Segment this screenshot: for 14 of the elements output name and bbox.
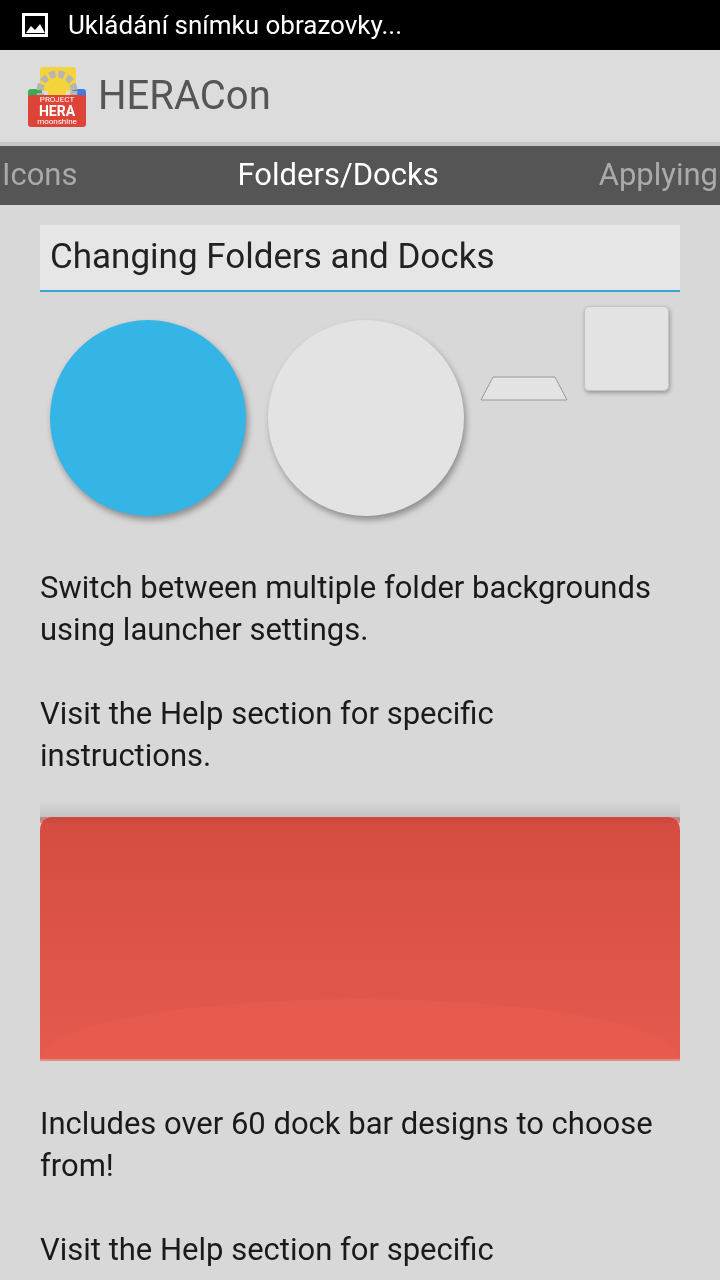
paragraph: Includes over 60 dock bar designs to choose from! (40, 1104, 654, 1186)
heading-field: Changing Folders and Docks (40, 225, 680, 292)
tab[interactable]: Icons (2, 152, 78, 199)
paragraph: Switch between multiple folder backgrounds using launcher settings. (40, 568, 652, 650)
app-title: HERACon (98, 71, 271, 121)
paragraph: Visit the Help section for specific instructions. (40, 694, 495, 776)
paragraph: Visit the Help section for specific (40, 1230, 495, 1270)
tab[interactable]: Applying (598, 152, 718, 199)
logo-text: PROJECT (39, 96, 75, 104)
tab[interactable]: Folders/Docks (237, 152, 439, 199)
notification-text: Ukládání snímku obrazovky... (68, 8, 402, 42)
logo-text: HERA (38, 104, 76, 118)
logo-text: moonshine (37, 118, 77, 126)
picture-icon (22, 13, 48, 37)
